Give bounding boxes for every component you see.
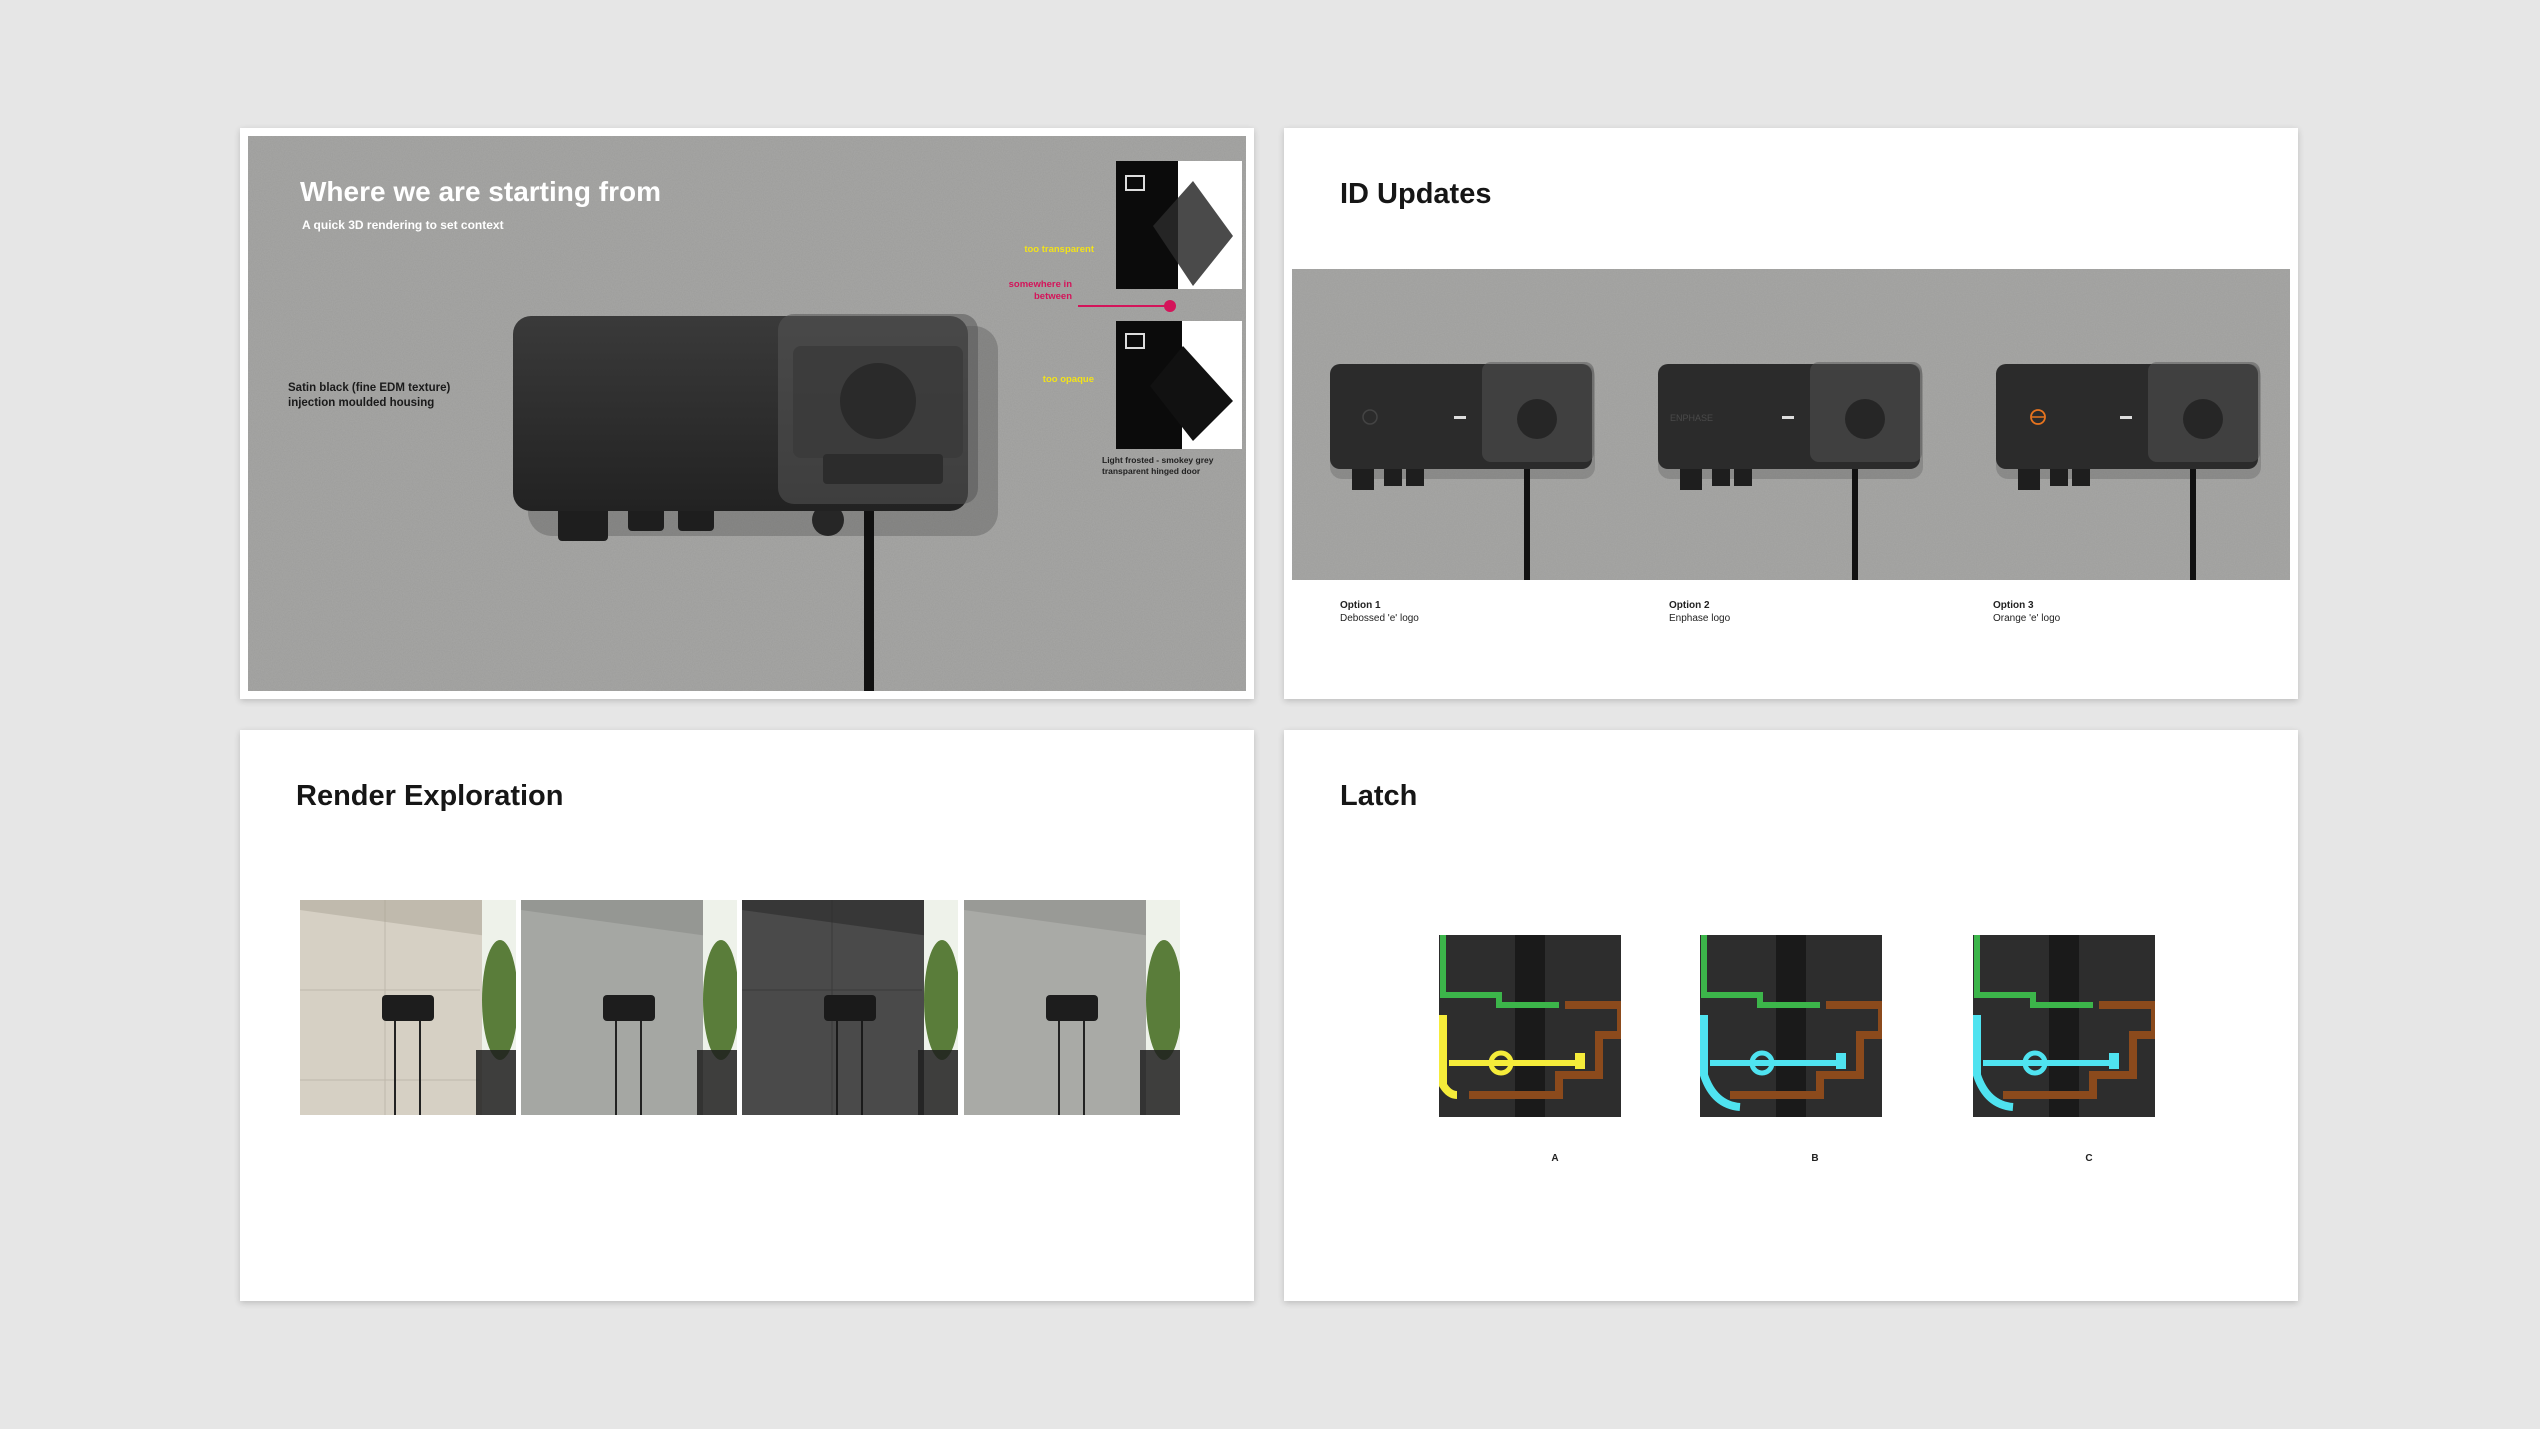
- id-options-render: ENPHASE: [1292, 269, 2290, 580]
- latch-section-c: [1973, 935, 2159, 1117]
- slide-title: Latch: [1340, 780, 1418, 812]
- option-1-caption: Option 1 Debossed 'e' logo: [1340, 600, 1419, 625]
- slide-id-updates[interactable]: ID Updates ENPHASE Option 1 Debossed 'e'…: [1284, 128, 2298, 699]
- option-name: Option 3: [1993, 600, 2034, 611]
- latch-section-a: [1439, 935, 1625, 1117]
- latch-label-b: B: [1811, 1153, 1819, 1164]
- option-name: Option 2: [1669, 600, 1710, 611]
- slide-render-exploration[interactable]: Render Exploration: [240, 730, 1254, 1301]
- label-too-transparent: too transparent: [1024, 244, 1094, 255]
- door-note: Light frosted - smokey grey transparent …: [1102, 455, 1214, 476]
- option-name: Option 1: [1340, 600, 1381, 611]
- latch-label-a: A: [1551, 1153, 1559, 1164]
- option-desc: Orange 'e' logo: [1993, 612, 2061, 624]
- slide-subtitle: A quick 3D rendering to set context: [302, 218, 504, 232]
- enphase-wordmark: ENPHASE: [1670, 413, 1713, 423]
- label-too-opaque: too opaque: [1042, 374, 1094, 385]
- option-2-caption: Option 2 Enphase logo: [1669, 600, 1730, 625]
- option-3-caption: Option 3 Orange 'e' logo: [1993, 600, 2060, 625]
- label-in-between: somewhere in between: [1008, 279, 1072, 302]
- slide-latch[interactable]: Latch A B C: [1284, 730, 2298, 1301]
- slide-starting-point[interactable]: Where we are starting from A quick 3D re…: [240, 128, 1254, 699]
- render-mid-concrete: [964, 900, 1180, 1115]
- housing-note: Satin black (fine EDM texture) injection…: [288, 382, 451, 409]
- render-light-concrete: [521, 900, 737, 1115]
- render-beige-panel: [300, 900, 516, 1115]
- slide-title: Where we are starting from: [300, 176, 661, 207]
- slide-title: Render Exploration: [296, 780, 564, 812]
- latch-label-c: C: [2085, 1153, 2093, 1164]
- slide-title: ID Updates: [1340, 178, 1492, 210]
- option-desc: Debossed 'e' logo: [1340, 612, 1419, 624]
- option-desc: Enphase logo: [1669, 612, 1731, 624]
- render-dark-panel: [742, 900, 958, 1115]
- latch-section-b: [1700, 935, 1886, 1117]
